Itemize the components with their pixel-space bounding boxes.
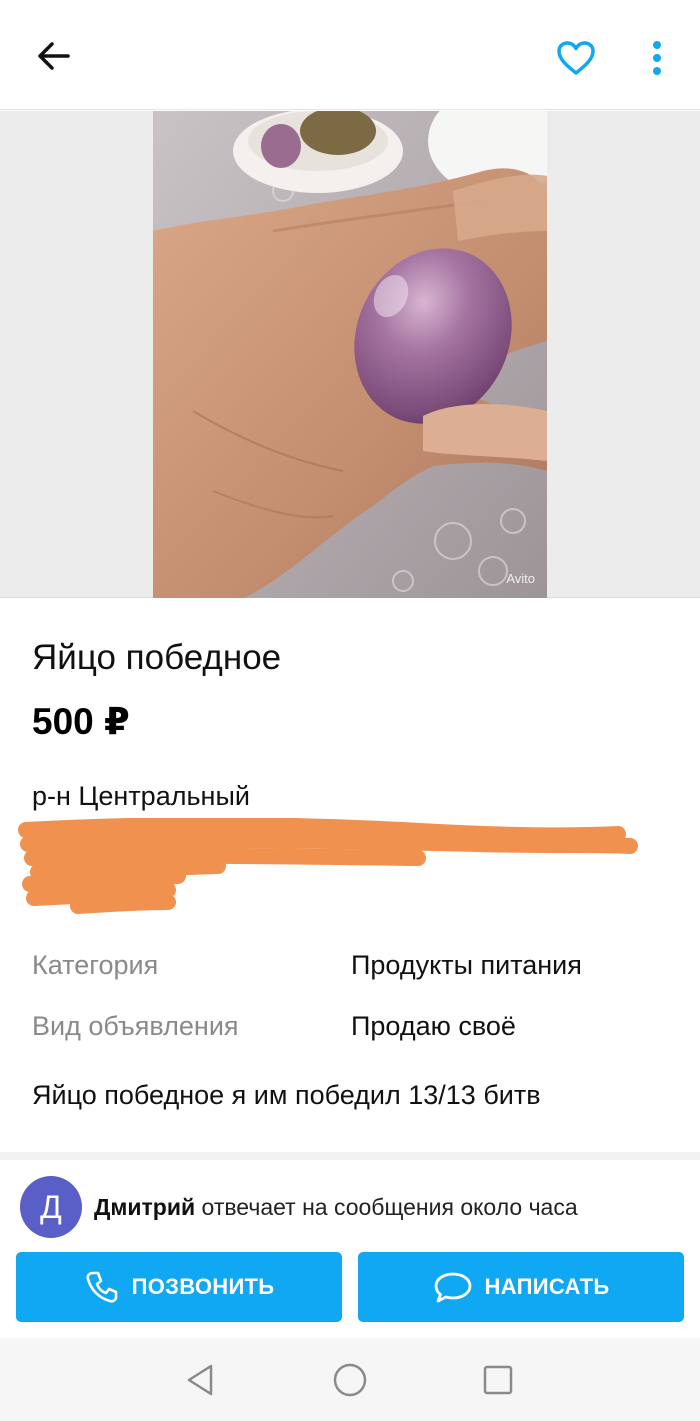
system-recents-button[interactable] xyxy=(478,1360,518,1400)
heart-icon xyxy=(557,41,595,75)
more-vertical-icon xyxy=(653,41,661,75)
listing-price: 500 ₽ xyxy=(32,701,130,742)
system-back-button[interactable] xyxy=(180,1360,220,1400)
favorite-button[interactable] xyxy=(550,32,602,84)
more-options-button[interactable] xyxy=(640,32,674,84)
phone-icon xyxy=(84,1269,120,1305)
seller-row[interactable]: Д Дмитрий отвечает на сообщения около ча… xyxy=(0,1160,700,1250)
square-recents-icon xyxy=(483,1365,513,1395)
param-ad-type-label: Вид объявления xyxy=(32,1011,239,1041)
message-button[interactable]: НАПИСАТЬ xyxy=(358,1252,684,1322)
arrow-left-icon xyxy=(38,42,70,70)
address-redaction xyxy=(18,818,638,914)
seller-name[interactable]: Дмитрий xyxy=(94,1194,195,1220)
call-button[interactable]: ПОЗВОНИТЬ xyxy=(16,1252,342,1322)
listing-photo-image xyxy=(153,111,547,598)
call-button-label: ПОЗВОНИТЬ xyxy=(131,1274,275,1299)
top-app-bar xyxy=(0,0,700,110)
triangle-back-icon xyxy=(187,1364,213,1396)
param-ad-type-value: Продаю своё xyxy=(351,1011,516,1041)
message-button-label: НАПИСАТЬ xyxy=(484,1274,610,1299)
system-navigation-bar xyxy=(0,1338,700,1421)
photo-gallery[interactable]: Avito xyxy=(0,111,700,598)
listing-location: р-н Центральный xyxy=(32,781,250,811)
chat-bubble-icon xyxy=(433,1270,473,1304)
section-divider xyxy=(0,1152,700,1160)
listing-description: Яйцо победное я им победил 13/13 битв xyxy=(32,1080,541,1110)
seller-response-time: отвечает на сообщения около часа xyxy=(201,1194,578,1220)
listing-photo[interactable]: Avito xyxy=(153,111,547,598)
seller-info: Дмитрий отвечает на сообщения около часа xyxy=(94,1194,578,1221)
circle-home-icon xyxy=(333,1363,367,1397)
param-category-label: Категория xyxy=(32,950,159,980)
param-category-value: Продукты питания xyxy=(351,950,582,980)
seller-avatar[interactable]: Д xyxy=(20,1176,82,1238)
photo-watermark: Avito xyxy=(506,571,535,586)
listing-title: Яйцо победное xyxy=(32,638,282,677)
system-home-button[interactable] xyxy=(330,1360,370,1400)
back-button[interactable] xyxy=(28,30,80,82)
